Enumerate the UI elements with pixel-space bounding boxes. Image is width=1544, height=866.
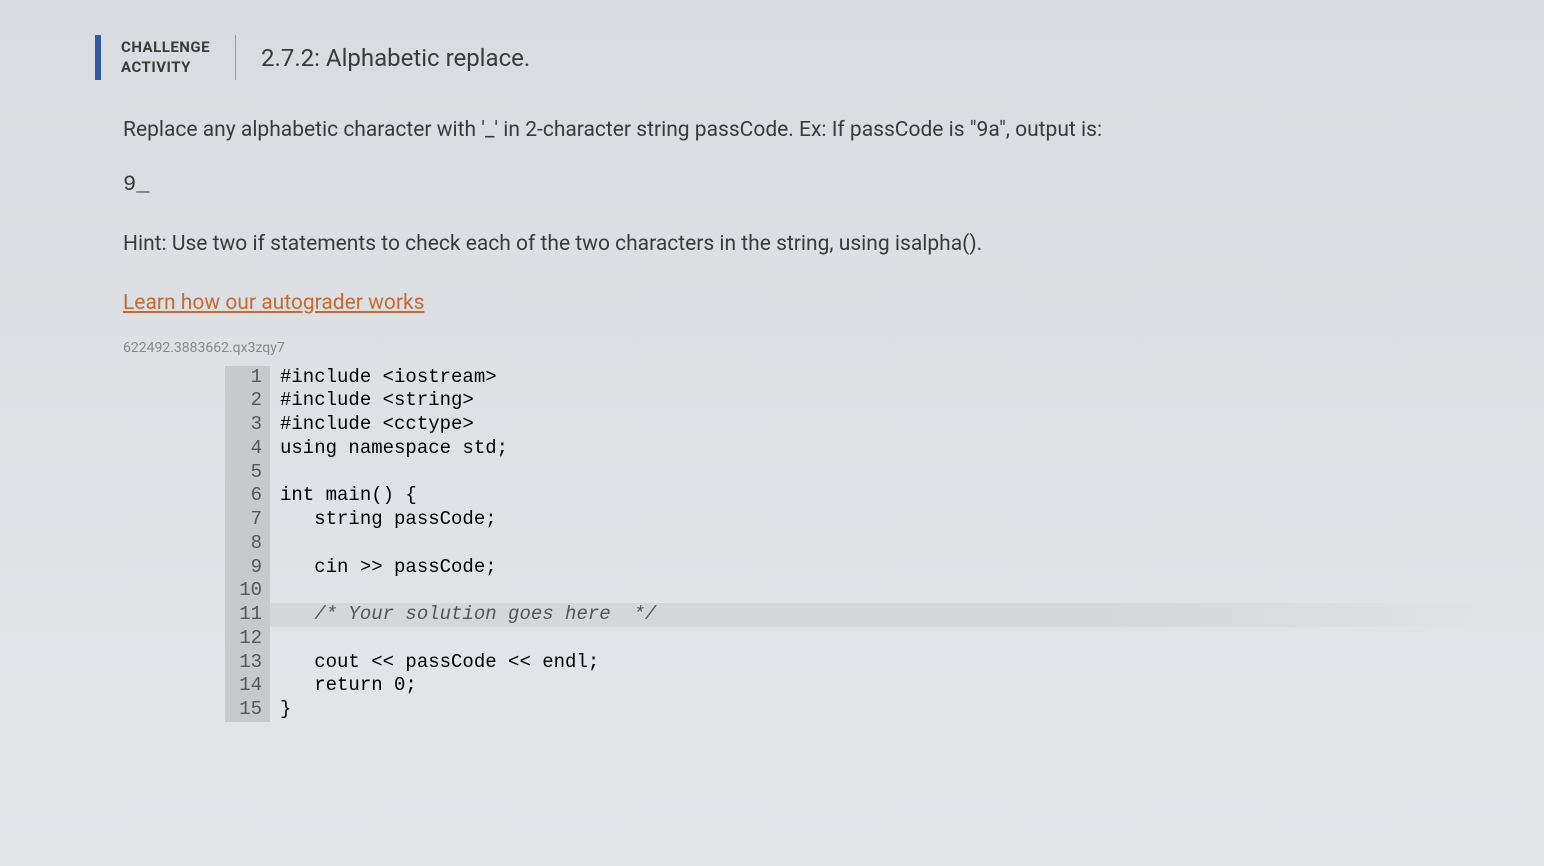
learn-autograder-link[interactable]: Learn how our autograder works <box>123 291 424 315</box>
line-number: 10 <box>225 579 270 603</box>
line-number: 14 <box>225 674 270 698</box>
code-line[interactable]: 9 cin >> passCode; <box>225 556 1484 580</box>
code-line[interactable]: 15} <box>225 698 1484 722</box>
line-number: 5 <box>225 461 270 485</box>
activity-header: CHALLENGE ACTIVITY 2.7.2: Alphabetic rep… <box>95 35 1484 80</box>
code-content[interactable]: int main() { <box>270 484 417 508</box>
line-number: 12 <box>225 627 270 651</box>
code-content[interactable]: string passCode; <box>270 508 497 532</box>
line-number: 15 <box>225 698 270 722</box>
code-content[interactable]: return 0; <box>270 674 417 698</box>
code-line[interactable]: 13 cout << passCode << endl; <box>225 651 1484 675</box>
code-content[interactable]: using namespace std; <box>270 437 508 461</box>
code-line[interactable]: 14 return 0; <box>225 674 1484 698</box>
line-number: 3 <box>225 413 270 437</box>
line-number: 8 <box>225 532 270 556</box>
activity-title: 2.7.2: Alphabetic replace. <box>261 44 530 72</box>
code-line[interactable]: 6int main() { <box>225 484 1484 508</box>
code-line[interactable]: 11 /* Your solution goes here */ <box>225 603 1484 627</box>
code-line[interactable]: 1#include <iostream> <box>225 366 1484 390</box>
code-line[interactable]: 5 <box>225 461 1484 485</box>
code-line[interactable]: 4using namespace std; <box>225 437 1484 461</box>
header-divider <box>235 35 236 80</box>
line-number: 6 <box>225 484 270 508</box>
hint-text: Hint: Use two if statements to check eac… <box>123 232 1484 256</box>
watermark-id: 622492.3883662.qx3zqy7 <box>123 340 1484 356</box>
challenge-label-line1: CHALLENGE <box>121 38 210 58</box>
output-sample: 9_ <box>123 172 1484 197</box>
code-content[interactable]: #include <string> <box>270 389 474 413</box>
line-number: 1 <box>225 366 270 390</box>
line-number: 7 <box>225 508 270 532</box>
code-line[interactable]: 2#include <string> <box>225 389 1484 413</box>
code-content[interactable]: } <box>270 698 291 722</box>
code-content[interactable]: #include <cctype> <box>270 413 474 437</box>
code-line[interactable]: 12 <box>225 627 1484 651</box>
code-line[interactable]: 3#include <cctype> <box>225 413 1484 437</box>
line-number: 4 <box>225 437 270 461</box>
code-content[interactable]: /* Your solution goes here */ <box>270 603 656 627</box>
code-line[interactable]: 10 <box>225 579 1484 603</box>
line-number: 11 <box>225 603 270 627</box>
prompt-text: Replace any alphabetic character with '_… <box>123 115 1484 147</box>
line-number: 2 <box>225 389 270 413</box>
code-content[interactable]: cin >> passCode; <box>270 556 497 580</box>
code-content[interactable]: #include <iostream> <box>270 366 497 390</box>
activity-container: CHALLENGE ACTIVITY 2.7.2: Alphabetic rep… <box>95 35 1484 722</box>
line-number: 13 <box>225 651 270 675</box>
challenge-label-line2: ACTIVITY <box>121 58 210 78</box>
code-line[interactable]: 7 string passCode; <box>225 508 1484 532</box>
code-line[interactable]: 8 <box>225 532 1484 556</box>
code-content[interactable]: cout << passCode << endl; <box>270 651 599 675</box>
code-editor[interactable]: 1#include <iostream>2#include <string>3#… <box>225 366 1484 722</box>
line-number: 9 <box>225 556 270 580</box>
challenge-activity-label: CHALLENGE ACTIVITY <box>121 38 210 77</box>
